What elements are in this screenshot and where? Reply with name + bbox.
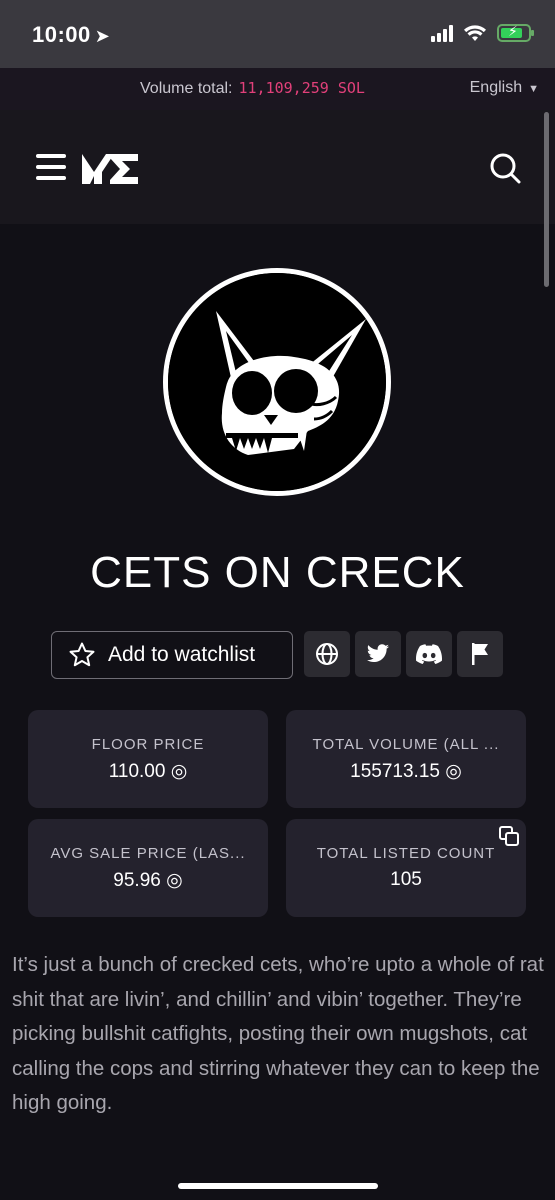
- location-arrow-icon: ➤: [94, 26, 111, 46]
- website-button[interactable]: [304, 631, 350, 677]
- wifi-icon: [464, 25, 486, 41]
- status-bar: 10:00 ➤ ⚡: [0, 0, 555, 68]
- home-indicator[interactable]: [178, 1183, 378, 1189]
- stat-card-avg-sale-price: AVG SALE PRICE (LAS... 95.96 ◎: [28, 819, 268, 917]
- language-selector[interactable]: English ▼: [470, 79, 539, 97]
- copy-icon[interactable]: [498, 825, 520, 847]
- search-icon[interactable]: [489, 152, 521, 184]
- collection-avatar: [163, 268, 391, 496]
- site-header: [0, 110, 555, 224]
- twitter-button[interactable]: [355, 631, 401, 677]
- stat-label: TOTAL VOLUME (ALL ...: [312, 736, 500, 753]
- flag-icon: [472, 643, 488, 665]
- volume-label: Volume total:: [140, 80, 233, 97]
- magic-eden-logo[interactable]: [80, 150, 140, 188]
- stat-label: FLOOR PRICE: [91, 736, 205, 753]
- cellular-signal-icon: [431, 24, 453, 42]
- stat-card-total-volume: TOTAL VOLUME (ALL ... 155713.15 ◎: [286, 710, 526, 808]
- globe-icon: [316, 643, 338, 665]
- report-button[interactable]: [457, 631, 503, 677]
- collection-description: It’s just a bunch of crecked cets, who’r…: [12, 953, 544, 1114]
- chevron-down-icon: ▼: [528, 83, 539, 95]
- scrollbar[interactable]: [544, 112, 549, 287]
- add-to-watchlist-button[interactable]: Add to watchlist: [51, 631, 293, 679]
- discord-icon: [416, 644, 442, 664]
- cat-skull-image: [168, 273, 386, 491]
- watchlist-label: Add to watchlist: [108, 643, 256, 666]
- volume-total: Volume total: 11,109,259 SOL: [140, 79, 365, 98]
- clock: 10:00: [32, 22, 91, 47]
- language-label: English: [469, 79, 523, 96]
- status-time: 10:00 ➤: [32, 22, 110, 48]
- status-icons: ⚡: [431, 23, 534, 42]
- star-icon: [69, 642, 95, 667]
- volume-strip: Volume total: 11,109,259 SOL English ▼: [0, 68, 555, 110]
- stat-label: AVG SALE PRICE (LAS...: [50, 845, 246, 862]
- discord-button[interactable]: [406, 631, 452, 677]
- hamburger-icon[interactable]: [36, 154, 66, 180]
- stat-value: 110.00 ◎: [108, 761, 188, 782]
- twitter-icon: [366, 644, 389, 662]
- stat-value: 95.96 ◎: [113, 870, 183, 891]
- stat-value: 105: [390, 869, 422, 890]
- collection-title: CETS ON CRECK: [90, 548, 465, 597]
- battery-charging-icon: ⚡: [497, 23, 534, 42]
- volume-value: 11,109,259 SOL: [238, 79, 365, 97]
- stat-value: 155713.15 ◎: [350, 761, 462, 782]
- stat-label: TOTAL LISTED COUNT: [316, 845, 496, 862]
- stat-card-floor-price: FLOOR PRICE 110.00 ◎: [28, 710, 268, 808]
- stat-card-total-listed: TOTAL LISTED COUNT 105: [286, 819, 526, 917]
